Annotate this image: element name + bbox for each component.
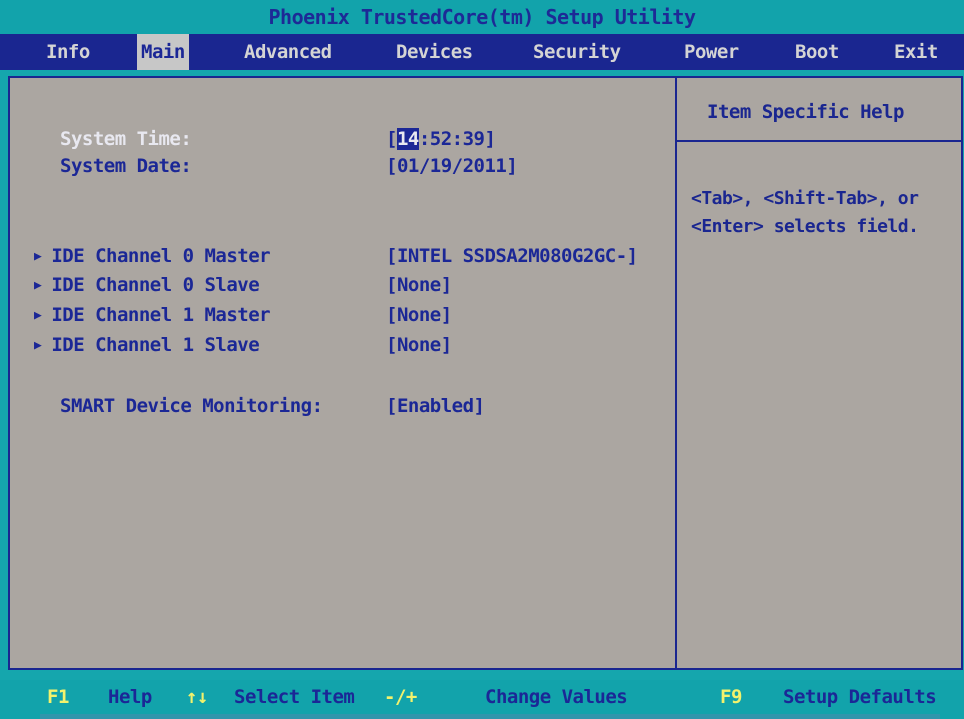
smart-monitoring-label[interactable]: SMART Device Monitoring: [60, 395, 323, 417]
menu-bar: Info Main Advanced Devices Security Powe… [0, 34, 964, 70]
ide-channel-1-slave-label: IDE Channel 1 Slave [51, 334, 260, 356]
key-f9-desc: Setup Defaults [783, 686, 937, 708]
smart-monitoring-value[interactable]: [Enabled] [386, 395, 485, 417]
key-legend-bar: F1 Help ↑↓ Select Item -/+ Change Values… [0, 680, 964, 719]
key-f1-desc: Help [108, 686, 152, 708]
ide-channel-1-slave-value[interactable]: [None] [386, 334, 452, 356]
help-text-line: <Tab>, <Shift-Tab>, or [691, 188, 919, 209]
ide-channel-0-master[interactable]: ▶ IDE Channel 0 Master [34, 245, 271, 267]
help-title: Item Specific Help [707, 101, 904, 123]
ide-channel-1-slave[interactable]: ▶ IDE Channel 1 Slave [34, 334, 260, 356]
ide-channel-1-master-label: IDE Channel 1 Master [51, 304, 271, 326]
key-f1: F1 [47, 686, 69, 708]
system-time-label[interactable]: System Time: [60, 128, 192, 150]
help-text-line: <Enter> selects field. [691, 216, 919, 237]
key-f9: F9 [720, 686, 742, 708]
system-time-hour-field[interactable]: 14 [396, 128, 419, 150]
system-date-label[interactable]: System Date: [60, 155, 192, 177]
system-time-value[interactable]: [14:52:39] [386, 128, 496, 150]
tab-exit[interactable]: Exit [894, 34, 938, 70]
key-minus-plus-desc: Change Values [485, 686, 628, 708]
tab-advanced[interactable]: Advanced [244, 34, 332, 70]
ide-channel-1-master-value[interactable]: [None] [386, 304, 452, 326]
next-legend-row-edge [40, 714, 940, 719]
key-minus-plus: -/+ [384, 686, 417, 708]
ide-channel-1-master[interactable]: ▶ IDE Channel 1 Master [34, 304, 271, 326]
ide-channel-0-master-label: IDE Channel 0 Master [51, 245, 271, 267]
panel-divider [675, 78, 677, 668]
key-arrows: ↑↓ [186, 686, 208, 708]
submenu-arrow-icon: ▶ [34, 278, 42, 293]
system-date-value[interactable]: [01/19/2011] [386, 155, 518, 177]
window-title: Phoenix TrustedCore(tm) Setup Utility [0, 0, 964, 34]
system-time-rest: :52:39] [418, 128, 496, 150]
submenu-arrow-icon: ▶ [34, 338, 42, 353]
ide-channel-0-slave-label: IDE Channel 0 Slave [51, 274, 260, 296]
system-time-open-bracket: [ [386, 128, 397, 150]
tab-info[interactable]: Info [46, 34, 90, 70]
submenu-arrow-icon: ▶ [34, 249, 42, 264]
ide-channel-0-slave[interactable]: ▶ IDE Channel 0 Slave [34, 274, 260, 296]
tab-power[interactable]: Power [684, 34, 739, 70]
tab-boot[interactable]: Boot [795, 34, 839, 70]
ide-channel-0-master-value[interactable]: [INTEL SSDSA2M080G2GC-] [386, 245, 638, 267]
tab-security[interactable]: Security [533, 34, 621, 70]
submenu-arrow-icon: ▶ [34, 308, 42, 323]
tab-devices[interactable]: Devices [396, 34, 473, 70]
ide-channel-0-slave-value[interactable]: [None] [386, 274, 452, 296]
help-divider [677, 140, 961, 142]
key-arrows-desc: Select Item [234, 686, 355, 708]
tab-main[interactable]: Main [137, 34, 189, 70]
